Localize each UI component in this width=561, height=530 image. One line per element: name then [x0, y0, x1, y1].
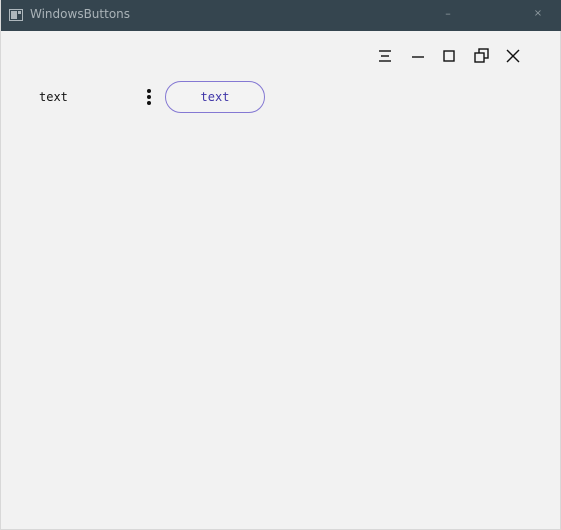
- minimize-button[interactable]: [408, 46, 428, 66]
- text-button[interactable]: text: [165, 81, 265, 113]
- close-button[interactable]: [503, 46, 523, 66]
- maximize-icon: [443, 50, 455, 62]
- titlebar-close-button[interactable]: ×: [533, 8, 543, 20]
- menu-button[interactable]: [375, 46, 395, 66]
- restore-button[interactable]: [472, 46, 492, 66]
- kebab-menu-icon: [147, 89, 151, 105]
- window-app-icon: [9, 9, 23, 21]
- restore-icon: [474, 48, 489, 63]
- titlebar-minimize-button[interactable]: –: [444, 8, 452, 20]
- window-title: WindowsButtons: [30, 7, 131, 21]
- maximize-button[interactable]: [439, 46, 459, 66]
- close-icon: [506, 49, 520, 63]
- minimize-icon: [412, 56, 424, 58]
- app-window: WindowsButtons – × text text: [0, 0, 561, 530]
- menu-icon: [379, 50, 391, 62]
- window-titlebar[interactable]: WindowsButtons – ×: [1, 0, 561, 31]
- more-options-button[interactable]: [143, 88, 155, 106]
- text-label: text: [39, 90, 68, 104]
